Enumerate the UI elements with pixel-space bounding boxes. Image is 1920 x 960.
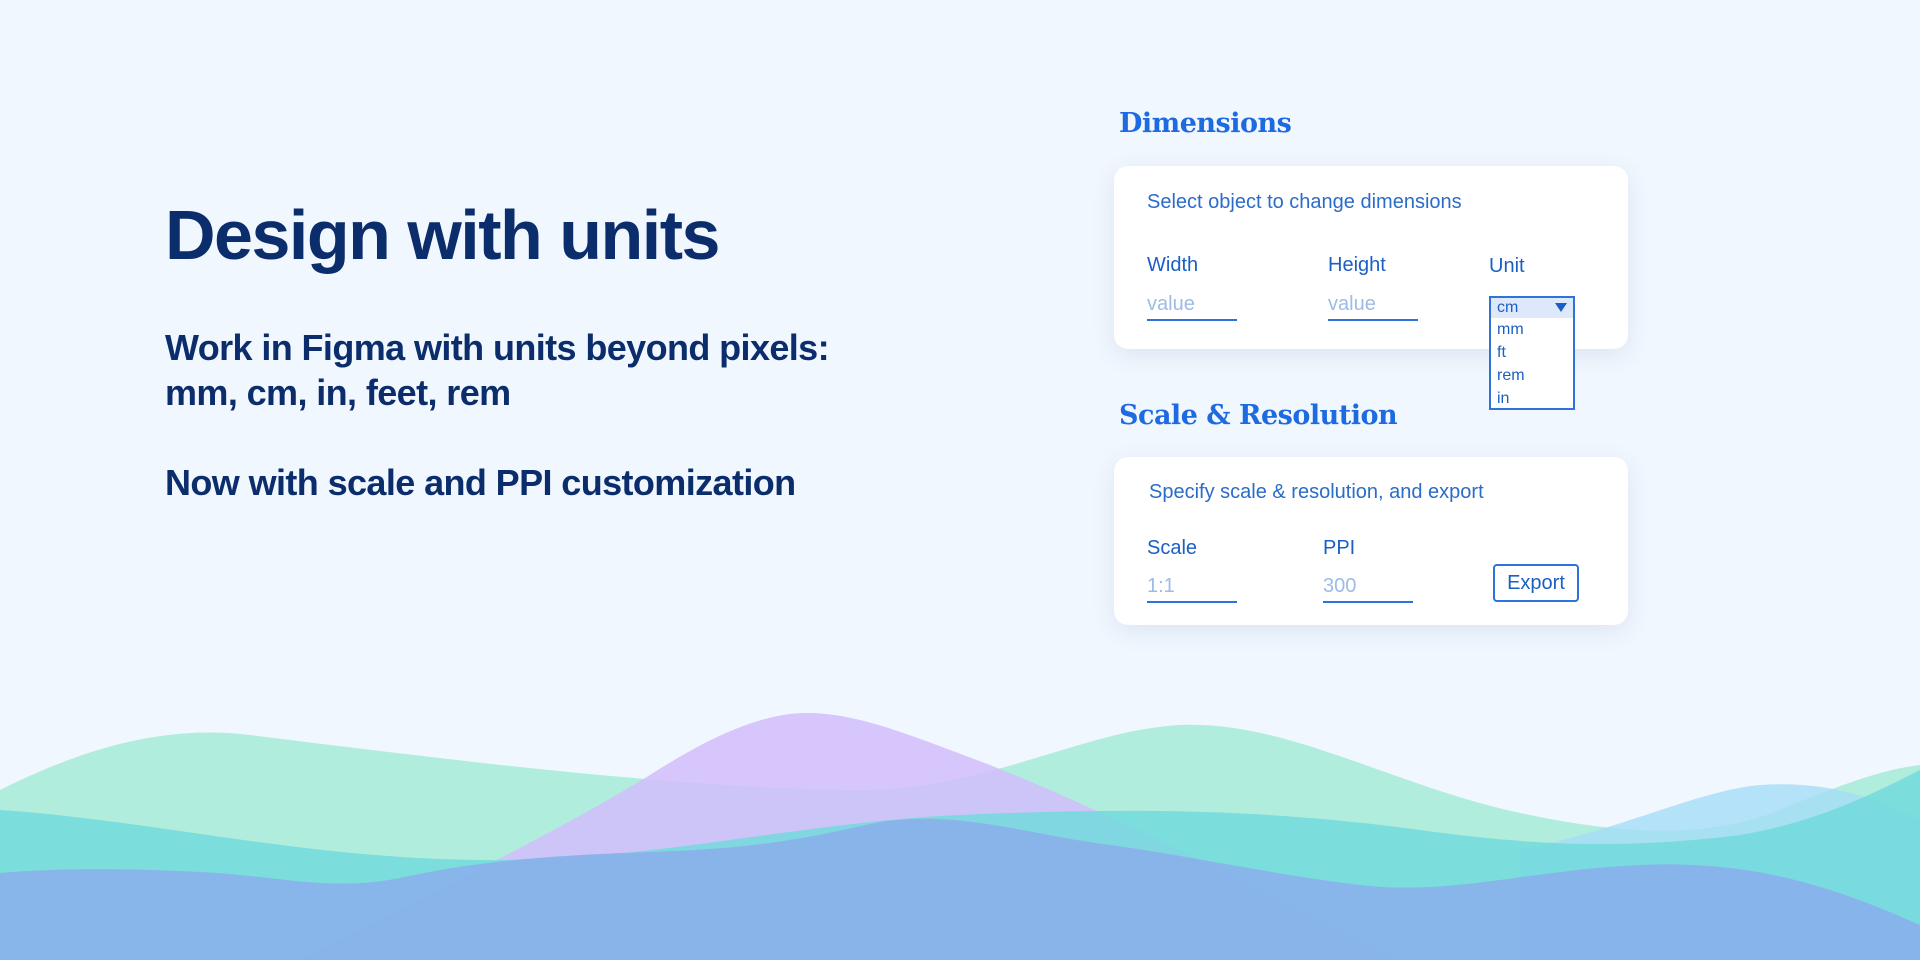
- unit-option-in[interactable]: in: [1491, 387, 1573, 410]
- scale-label: Scale: [1147, 537, 1198, 559]
- export-button[interactable]: Export: [1493, 564, 1579, 602]
- height-input[interactable]: [1328, 289, 1418, 321]
- width-label: Width: [1147, 254, 1199, 276]
- unit-option-mm[interactable]: mm: [1491, 318, 1573, 341]
- chevron-down-icon[interactable]: [1555, 303, 1567, 312]
- unit-selected-option[interactable]: cm: [1491, 298, 1573, 318]
- dimensions-hint: Select object to change dimensions: [1147, 191, 1462, 213]
- hero-subtitle-2: Now with scale and PPI customization: [165, 462, 796, 503]
- ppi-label: PPI: [1323, 537, 1356, 559]
- unit-option-rem[interactable]: rem: [1491, 364, 1573, 387]
- hero-subtitle-line-1: Work in Figma with units beyond pixels:: [165, 327, 830, 368]
- width-input[interactable]: [1147, 289, 1237, 321]
- hero-title: Design with units: [165, 196, 720, 274]
- scale-section-title: Scale & Resolution: [1119, 400, 1398, 431]
- scale-hint: Specify scale & resolution, and export: [1149, 481, 1484, 503]
- unit-label: Unit: [1489, 255, 1525, 277]
- height-label: Height: [1328, 254, 1386, 276]
- ppi-input[interactable]: [1323, 571, 1413, 603]
- hero-subtitle: Work in Figma with units beyond pixels: …: [165, 325, 830, 415]
- unit-selected-value: cm: [1497, 299, 1519, 316]
- hero-subtitle-line-2: mm, cm, in, feet, rem: [165, 372, 511, 413]
- scale-input[interactable]: [1147, 571, 1237, 603]
- dimensions-section-title: Dimensions: [1119, 108, 1292, 139]
- hero-section: Design with units Work in Figma with uni…: [165, 195, 830, 505]
- unit-option-ft[interactable]: ft: [1491, 341, 1573, 364]
- unit-select[interactable]: cm mm ft rem in: [1489, 296, 1575, 410]
